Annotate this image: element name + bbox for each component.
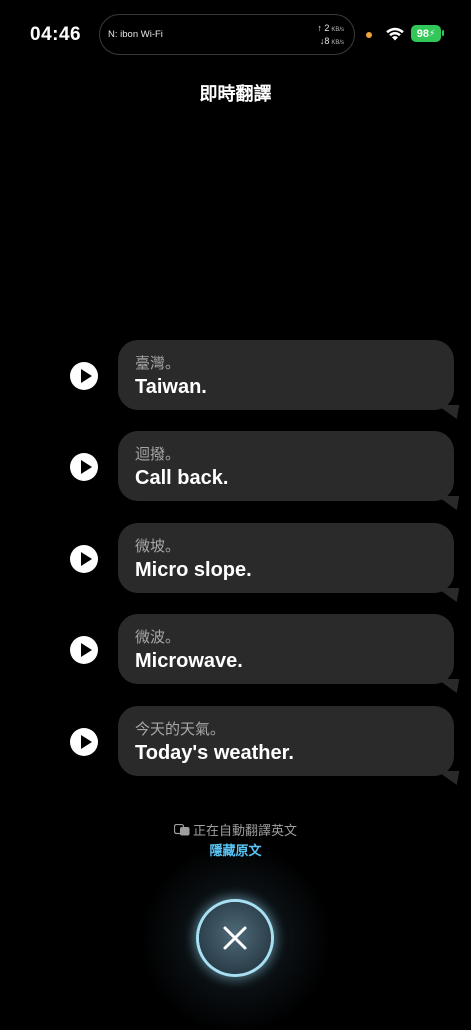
close-button[interactable] bbox=[199, 902, 271, 974]
auto-translate-status: 正在自動翻譯英文 bbox=[0, 820, 471, 839]
translation-bubble: 臺灣。 Taiwan. bbox=[118, 340, 454, 410]
play-icon[interactable] bbox=[70, 545, 98, 573]
status-time: 04:46 bbox=[30, 24, 82, 45]
auto-translate-text: 正在自動翻譯英文 bbox=[192, 823, 297, 838]
upload-speed: ↑ 2 KB/s bbox=[317, 23, 344, 33]
translated-text: Micro slope. bbox=[135, 559, 252, 581]
source-text: 微坡。 bbox=[135, 538, 181, 555]
translation-bubble: 今天的天氣。 Today's weather. bbox=[118, 706, 454, 776]
battery-tip bbox=[442, 30, 444, 36]
page-title: 即時翻譯 bbox=[199, 84, 272, 104]
download-speed-unit: KB/s bbox=[331, 40, 344, 46]
translated-text: Taiwan. bbox=[135, 376, 207, 398]
close-icon bbox=[223, 926, 247, 950]
source-text: 迴撥。 bbox=[135, 446, 181, 463]
status-bar: 04:46 N: ibon Wi-Fi ↑ 2 KB/s ↓8 KB/s 98 ⚡ bbox=[0, 0, 471, 70]
translated-text: Today's weather. bbox=[135, 742, 294, 764]
play-icon[interactable] bbox=[70, 636, 98, 664]
translation-item: 臺灣。 Taiwan. bbox=[0, 340, 471, 412]
privacy-indicator-dot bbox=[366, 32, 372, 38]
play-icon[interactable] bbox=[70, 362, 98, 390]
translation-item: 今天的天氣。 Today's weather. bbox=[0, 706, 471, 778]
download-speed-value: ↓8 bbox=[319, 36, 330, 46]
source-text: 今天的天氣。 bbox=[135, 721, 226, 738]
translated-text: Microwave. bbox=[135, 650, 243, 672]
translation-bubble: 微波。 Microwave. bbox=[118, 614, 454, 684]
source-text: 微波。 bbox=[135, 629, 181, 646]
translation-item: 迴撥。 Call back. bbox=[0, 431, 471, 503]
translated-text: Call back. bbox=[135, 467, 229, 489]
translation-bubble: 微坡。 Micro slope. bbox=[118, 523, 454, 593]
upload-speed-unit: KB/s bbox=[331, 27, 344, 33]
wifi-icon bbox=[386, 27, 404, 41]
network-name: N: ibon Wi-Fi bbox=[108, 29, 163, 40]
play-icon[interactable] bbox=[70, 728, 98, 756]
download-speed: ↓8 KB/s bbox=[320, 36, 344, 46]
upload-speed-value: ↑ 2 bbox=[317, 23, 330, 33]
battery-indicator: 98 ⚡ bbox=[411, 25, 441, 42]
translation-item: 微坡。 Micro slope. bbox=[0, 523, 471, 595]
translate-icon bbox=[173, 824, 190, 836]
battery-level: 98 bbox=[416, 27, 429, 40]
charging-bolt-icon: ⚡ bbox=[428, 28, 436, 38]
dynamic-island[interactable]: N: ibon Wi-Fi ↑ 2 KB/s ↓8 KB/s bbox=[99, 14, 355, 55]
translation-bubble: 迴撥。 Call back. bbox=[118, 431, 454, 501]
translation-item: 微波。 Microwave. bbox=[0, 614, 471, 686]
source-text: 臺灣。 bbox=[135, 355, 181, 372]
play-icon[interactable] bbox=[70, 453, 98, 481]
